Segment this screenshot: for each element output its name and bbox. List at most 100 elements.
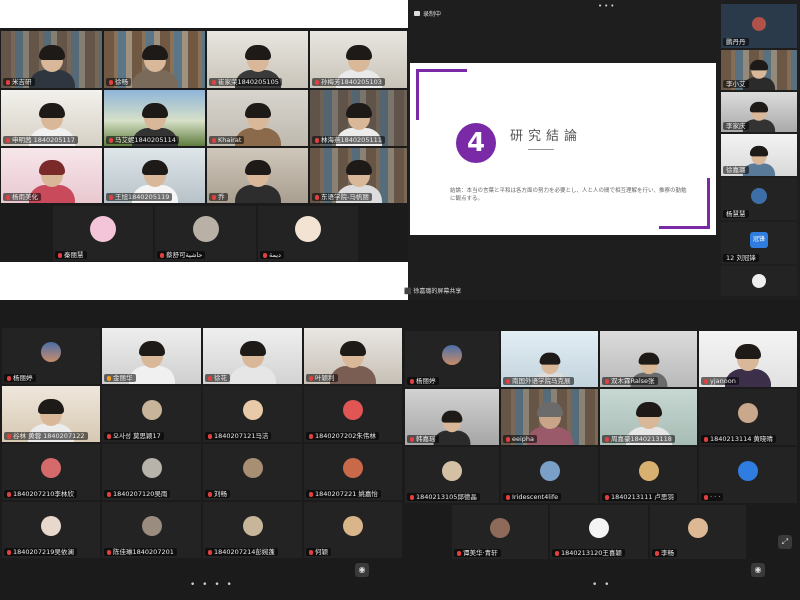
video-tile[interactable]: 双木霖Ralse张 [600,331,697,387]
profile-icon[interactable]: ◉ [355,563,369,577]
sidebar-video-tile[interactable]: 李家庆 [721,92,797,132]
avatar [752,16,766,31]
video-tile[interactable]: eeipha [501,389,598,445]
participant-name: 1840207120吴雨 [104,490,171,498]
video-tile-active-speaker[interactable]: 金丽华 [102,328,201,384]
sidebar-avatar-tile[interactable]: 冠锋 12 刘冠锋 [721,222,797,264]
page-indicator[interactable]: • • • • [190,580,234,590]
participant-name: 杨慧慧 [723,210,749,218]
avatar [738,460,758,481]
participant-name: 陈佳琳1840207201 [104,548,177,556]
avatar-tile[interactable]: 1840207202朱伟林 [304,386,402,442]
avatar-tile[interactable]: 1840207121马洁 [203,386,302,442]
video-tile[interactable]: 孙梅芳1840205103 [310,31,407,88]
video-tile[interactable]: 王旭1840205119 [104,148,205,203]
avatar-tile[interactable]: 1840213105邱德晶 [405,447,499,503]
avatar: 冠锋 [750,231,768,248]
video-tile[interactable]: 徐畅 [104,31,205,88]
record-icon [414,11,420,16]
avatar-tile[interactable]: 陈佳琳1840207201 [102,502,201,558]
avatar [589,517,609,538]
avatar [242,515,263,536]
participant-name: 孙梅芳1840205103 [312,78,385,86]
avatar-tile[interactable]: · · · [699,447,797,503]
video-tile[interactable]: 林海燕1840205111 [310,90,407,146]
avatar-tile[interactable]: 1840207221 姚嘉怡 [304,444,402,500]
participant-name: 鹏丹丹 [723,38,749,46]
avatar-tile[interactable]: 杨丽婷 [2,328,100,384]
avatar [141,399,162,420]
more-dots-icon[interactable]: ••• [598,2,616,10]
page-indicator[interactable]: • • [592,580,611,590]
participant-name: eeipha [503,435,538,443]
avatar-tile[interactable]: 1840207219吴依澜 [2,502,100,558]
participant-name: 双木霖Ralse张 [602,377,658,385]
top-left-gallery: 米吉研 徐畅 崔家荣1840205105 孙梅芳1840205103 申明茜 1… [0,0,408,288]
avatar-tile[interactable]: 오사성 莫思颖17 [102,386,201,442]
share-icon: ⬛ [404,288,414,295]
recording-indicator: 录制中 [414,9,441,18]
participant-name: 오사성 莫思颖17 [104,432,164,440]
participant-name: yjanoon [701,377,739,385]
video-tile[interactable]: 叶颖利 [304,328,402,384]
screen-share-bar[interactable]: ⬛ 徐嘉璐的屏幕共享 [404,286,461,295]
avatar [41,457,61,478]
avatar [90,216,116,243]
sidebar-video-tile[interactable]: 李小艾 [721,50,797,90]
profile-icon[interactable]: ◉ [751,563,765,577]
participant-name: 刘畅 [205,490,230,498]
video-tile[interactable]: 杨雨美化 [1,148,102,203]
participant-name: Khairat [209,136,245,144]
avatar [141,457,162,478]
video-tile[interactable]: 徐花 [203,328,302,384]
avatar [343,515,363,536]
avatar-tile[interactable]: 1840207120吴雨 [102,444,201,500]
avatar [343,457,363,478]
avatar [242,399,263,420]
participant-name: 1840207219吴依澜 [4,548,77,556]
avatar-tile[interactable]: Iridescent4life [501,447,598,503]
sidebar-avatar-tile[interactable]: 杨慧慧 [721,178,797,220]
video-tile[interactable]: 东语学院-马帆丽 [310,148,407,203]
avatar [442,344,462,365]
avatar-tile[interactable]: 刘畅 [203,444,302,500]
avatar-tile[interactable]: 1840207210李林欣 [2,444,100,500]
video-tile[interactable]: 米吉研 [1,31,102,88]
avatar-tile[interactable]: 何颖 [304,502,402,558]
participant-name: ديمة [260,251,284,259]
avatar-tile[interactable]: 1840213111 卢思羽 [600,447,697,503]
video-tile[interactable]: 申明茜 1840205117 [1,90,102,146]
participant-name: Iridescent4life [503,493,562,501]
sidebar-avatar-tile[interactable] [721,266,797,296]
participant-name: 李小艾 [723,80,749,88]
video-tile[interactable]: 谷林 黄蓉 1840207122 [2,386,100,442]
fullscreen-icon[interactable]: ⤢ [778,535,792,549]
video-tile[interactable]: yjanoon [699,331,797,387]
participant-name: · · · [701,493,724,501]
video-tile[interactable]: Khairat [207,90,308,146]
participant-name: 1840213111 卢思羽 [602,493,677,501]
video-tile[interactable]: 周嘉豪1840213118 [600,389,697,445]
participant-name: 东语学院-马帆丽 [312,193,372,201]
sidebar-video-tile[interactable]: 徐嘉璐 [721,134,797,176]
video-tile[interactable]: 乔 [207,148,308,203]
video-tile[interactable]: 韩嘉瑶 [405,389,499,445]
video-tile[interactable]: 南国外语学院马克展 [501,331,598,387]
participant-name: 1840207202朱伟林 [306,432,379,440]
avatar-tile[interactable]: 1840213114 黄晓晴 [699,389,797,445]
avatar-tile[interactable]: 秦丽慧 [53,206,153,261]
avatar [141,515,162,536]
video-tile[interactable]: 崔家荣1840205105 [207,31,308,88]
avatar-tile[interactable]: 李畅 [650,505,746,559]
participant-name: 1840207214彭婉蓬 [205,548,278,556]
avatar-tile[interactable]: 杨丽婷 [405,331,499,387]
sidebar-video-tile[interactable]: 鹏丹丹 [721,4,797,48]
avatar-tile[interactable]: ديمة [258,206,358,261]
video-tile[interactable]: 马艾妮1840205114 [104,90,205,146]
avatar-tile[interactable]: 蔡舒可حاشية [155,206,256,261]
avatar-tile[interactable]: 1840213120王喜颖 [550,505,648,559]
avatar-tile[interactable]: 谭美华·青轩 [452,505,548,559]
participant-name: 1840213105邱德晶 [407,493,480,501]
participant-name: 杨丽婷 [4,374,36,382]
avatar-tile[interactable]: 1840207214彭婉蓬 [203,502,302,558]
